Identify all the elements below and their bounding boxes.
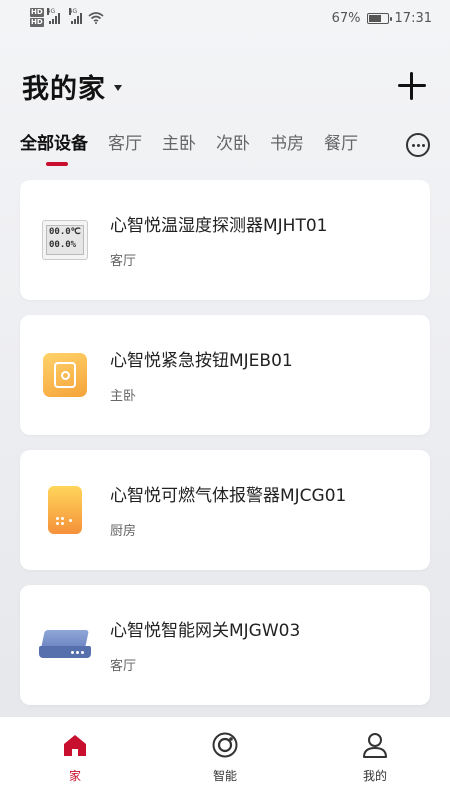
tab-label: 客厅	[108, 134, 142, 154]
more-dot	[421, 143, 425, 147]
home-selector[interactable]: 我的家	[22, 67, 122, 106]
more-dot	[416, 143, 420, 147]
tab-study[interactable]: 书房	[270, 126, 304, 162]
more-dot	[411, 143, 415, 147]
nav-label: 家	[68, 769, 81, 783]
hd-indicator: HD HD	[30, 8, 44, 28]
emergency-button-icon	[43, 353, 87, 397]
header: 我的家	[0, 62, 450, 110]
wifi-icon	[88, 12, 104, 24]
profile-icon	[363, 733, 387, 758]
device-name: 心智悦温湿度探测器MJHT01	[110, 216, 328, 236]
tab-living-room[interactable]: 客厅	[108, 126, 142, 162]
tab-second-bedroom[interactable]: 次卧	[216, 126, 250, 162]
tab-label: 餐厅	[324, 134, 358, 154]
device-room: 客厅	[110, 254, 137, 269]
device-info: 心智悦可燃气体报警器MJCG01 厨房	[110, 481, 430, 539]
home-icon	[64, 735, 86, 756]
signal-icon-2: 4G	[68, 8, 82, 24]
hd-badge-2: HD	[30, 18, 44, 27]
room-tabs: 全部设备 客厅 主卧 次卧 书房 餐厅	[0, 126, 450, 170]
device-name: 心智悦紧急按钮MJEB01	[110, 351, 293, 371]
device-list: 00.0℃ 00.0% 心智悦温湿度探测器MJHT01 客厅 心智悦紧急按钮MJ…	[20, 180, 430, 720]
nav-label: 智能	[212, 769, 237, 783]
thermo-temp-reading: 00.0℃	[49, 227, 81, 237]
tab-label: 书房	[270, 134, 304, 154]
device-room: 厨房	[110, 524, 137, 539]
device-name: 心智悦可燃气体报警器MJCG01	[110, 486, 347, 506]
caret-down-icon	[114, 84, 122, 91]
status-left: HD HD 4G 4G	[30, 8, 104, 28]
status-right: 67% 17:31	[332, 11, 432, 26]
gas-alarm-icon	[48, 486, 82, 534]
device-info: 心智悦智能网关MJGW03 客厅	[110, 616, 430, 674]
device-icon-wrap: 00.0℃ 00.0%	[20, 180, 110, 300]
thermo-humidity-reading: 00.0%	[49, 240, 77, 250]
device-room: 客厅	[110, 659, 137, 674]
tab-master-bedroom[interactable]: 主卧	[162, 126, 196, 162]
active-tab-indicator	[46, 162, 68, 166]
nav-home[interactable]: 家	[25, 731, 125, 800]
thermo-hygrometer-icon: 00.0℃ 00.0%	[42, 220, 88, 260]
device-icon-wrap	[20, 315, 110, 435]
nav-profile[interactable]: 我的	[325, 731, 425, 800]
tab-label: 次卧	[216, 134, 250, 154]
device-icon-wrap	[20, 450, 110, 570]
smart-icon	[212, 732, 238, 758]
tab-label: 全部设备	[20, 134, 88, 154]
more-rooms-button[interactable]	[406, 133, 430, 157]
nav-smart[interactable]: 智能	[175, 731, 275, 800]
battery-percent: 67%	[331, 10, 361, 26]
tab-label: 主卧	[162, 134, 196, 154]
nav-label: 我的	[362, 769, 387, 783]
home-name: 我的家	[22, 73, 106, 105]
device-room: 主卧	[110, 389, 137, 404]
signal-icon-1: 4G	[46, 8, 60, 24]
bottom-nav: 家 智能 我的	[0, 717, 450, 800]
battery-fill	[368, 14, 381, 22]
device-card[interactable]: 00.0℃ 00.0% 心智悦温湿度探测器MJHT01 客厅	[20, 180, 430, 300]
device-card[interactable]: 心智悦智能网关MJGW03 客厅	[20, 585, 430, 705]
clock: 17:31	[394, 10, 432, 26]
tab-all-devices[interactable]: 全部设备	[20, 126, 88, 166]
device-info: 心智悦温湿度探测器MJHT01 客厅	[110, 211, 430, 269]
device-name: 心智悦智能网关MJGW03	[110, 621, 301, 641]
battery-icon	[366, 12, 392, 24]
device-icon-wrap	[20, 585, 110, 705]
device-card[interactable]: 心智悦紧急按钮MJEB01 主卧	[20, 315, 430, 435]
status-bar: HD HD 4G 4G 67% 17:31	[0, 0, 450, 36]
device-info: 心智悦紧急按钮MJEB01 主卧	[110, 346, 430, 404]
gateway-icon	[39, 630, 91, 660]
hd-badge-1: HD	[30, 8, 44, 17]
tab-dining-room[interactable]: 餐厅	[324, 126, 358, 162]
device-card[interactable]: 心智悦可燃气体报警器MJCG01 厨房	[20, 450, 430, 570]
thermo-screen: 00.0℃ 00.0%	[46, 225, 84, 255]
add-device-button[interactable]	[396, 70, 428, 102]
